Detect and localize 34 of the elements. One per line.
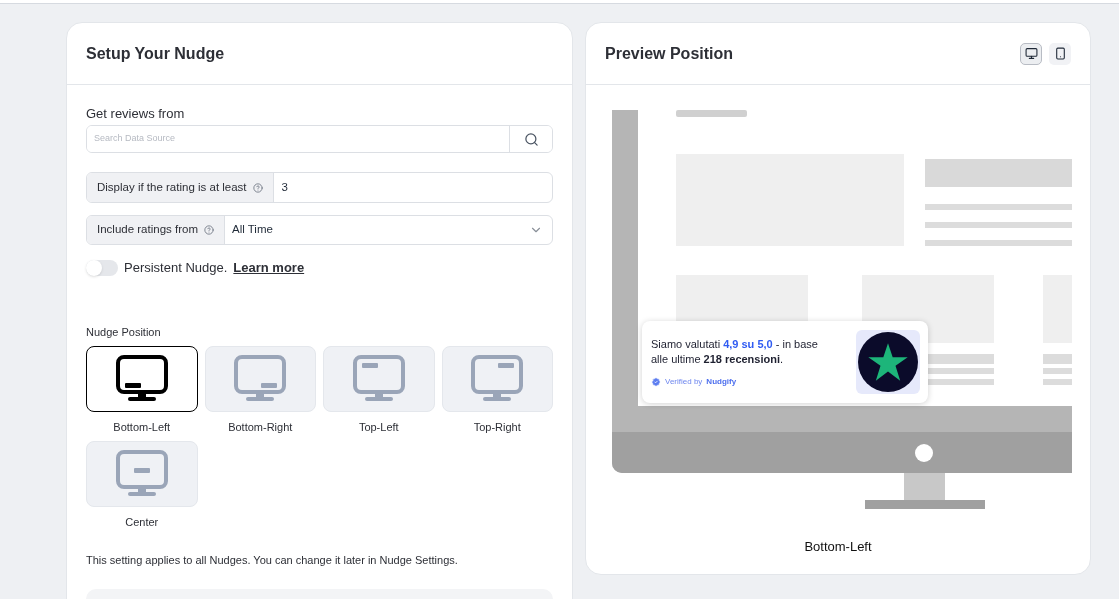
toggle-switch[interactable]: [86, 259, 118, 276]
position-label: Center: [125, 514, 159, 530]
position-label: Bottom-Right: [228, 420, 293, 435]
period-select[interactable]: Include ratings from All Time: [86, 215, 553, 245]
field-label: Get reviews from: [86, 106, 186, 122]
mobile-view-button[interactable]: [1049, 42, 1071, 65]
position-label: Top-Left: [358, 420, 399, 435]
field-label: Include ratings from: [97, 222, 198, 238]
position-caption: Bottom-Left: [804, 538, 872, 556]
position-option[interactable]: [86, 346, 198, 412]
smartphone-icon: [1053, 47, 1067, 60]
field-value: 3: [280, 179, 289, 195]
help-icon[interactable]: [252, 182, 263, 193]
card-title: Setup Your Nudge: [86, 43, 225, 64]
section-label: Nudge Position: [86, 324, 162, 340]
position-label: Top-Right: [473, 420, 521, 435]
field-label: Display if the rating is at least: [97, 179, 247, 195]
note-text: This setting applies to all Nudges. You can change it later in Nudge Settings.: [86, 553, 459, 568]
brand-name: Nudgify: [706, 375, 737, 388]
verified-badge-icon: [651, 376, 661, 387]
toggle-label: Persistent Nudge.: [124, 259, 228, 277]
rating-field[interactable]: Display if the rating is at least 3: [86, 172, 553, 203]
search-icon: [523, 131, 539, 147]
search-button[interactable]: [509, 126, 552, 152]
help-icon[interactable]: [204, 225, 214, 235]
desktop-view-button[interactable]: [1020, 42, 1042, 65]
verified-text: Verified by: [665, 375, 703, 388]
monitor-icon: [1024, 47, 1038, 60]
position-label: Bottom-Left: [113, 420, 171, 435]
card-title: Preview Position: [605, 43, 734, 64]
learn-more-link[interactable]: Learn more: [233, 258, 305, 278]
field-value: All Time: [231, 222, 274, 238]
nudge-text: Siamo valutati 4,9 su 5,0 - in base alle ultime 218 recensioni.: [651, 336, 819, 367]
search-bar[interactable]: Search Data Source: [86, 125, 553, 153]
